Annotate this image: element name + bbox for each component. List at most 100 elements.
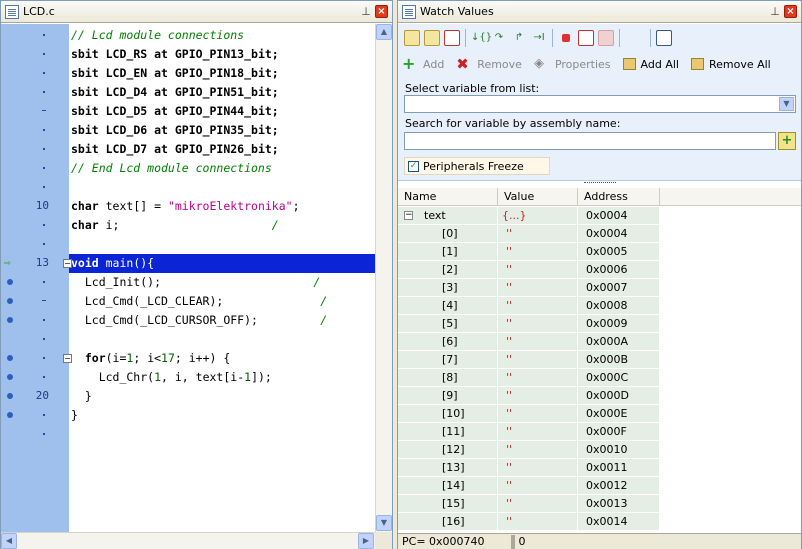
gutter-line[interactable]	[1, 140, 69, 159]
splitter-grip[interactable]	[584, 182, 616, 185]
breakpoint-icon[interactable]	[7, 298, 13, 304]
gutter-line[interactable]	[1, 83, 69, 102]
gutter-line[interactable]	[1, 235, 69, 254]
column-address-header[interactable]: Address	[578, 188, 660, 206]
row-value[interactable]: ''	[498, 315, 578, 333]
gutter-line[interactable]	[1, 330, 69, 349]
horizontal-scrollbar[interactable]: ◀ ▶	[1, 532, 375, 549]
remove-all-button[interactable]: Remove All	[690, 58, 771, 71]
breakpoint-icon[interactable]	[7, 412, 13, 418]
gutter-line[interactable]	[1, 292, 69, 311]
breakpoint-icon[interactable]	[7, 355, 13, 361]
table-row[interactable]: [5] '' 0x0009	[398, 315, 660, 333]
row-value[interactable]: ''	[498, 333, 578, 351]
watch-edit-icon[interactable]	[424, 30, 440, 46]
row-value[interactable]: ''	[498, 459, 578, 477]
watch-delete-icon[interactable]	[444, 30, 460, 46]
table-row[interactable]: [13] '' 0x0011	[398, 459, 660, 477]
scroll-left-button[interactable]: ◀	[1, 533, 17, 549]
close-icon[interactable]: ×	[375, 5, 388, 18]
gutter-line[interactable]: 20	[1, 387, 69, 406]
gutter-line[interactable]: 13 ⇨	[1, 254, 69, 273]
watch-add-icon[interactable]	[404, 30, 420, 46]
scroll-up-button[interactable]: ▲	[376, 24, 392, 40]
breakpoint-icon[interactable]	[7, 393, 13, 399]
gutter-line[interactable]	[1, 121, 69, 140]
row-value[interactable]: ''	[498, 225, 578, 243]
table-row[interactable]: [3] '' 0x0007	[398, 279, 660, 297]
fold-toggle-icon[interactable]: −	[63, 259, 72, 268]
line-gutter[interactable]: 10 13 ⇨ 20	[1, 24, 69, 532]
gutter-line[interactable]: 10	[1, 197, 69, 216]
code-line[interactable]	[69, 235, 375, 254]
table-row[interactable]: [7] '' 0x000B	[398, 351, 660, 369]
gutter-line[interactable]	[1, 26, 69, 45]
code-line[interactable]: // Lcd module connections	[69, 26, 375, 45]
code-line[interactable]: sbit LCD_D4 at GPIO_PIN51_bit;	[69, 83, 375, 102]
scroll-down-button[interactable]: ▼	[376, 515, 392, 531]
clear-breakpoints-icon[interactable]	[598, 30, 614, 46]
close-icon[interactable]: ×	[784, 5, 797, 18]
code-area[interactable]: // Lcd module connections sbit LCD_RS at …	[69, 24, 375, 532]
vertical-scrollbar[interactable]: ▲ ▼	[375, 24, 392, 532]
add-search-result-button[interactable]: +	[778, 132, 796, 150]
peripherals-freeze-checkbox[interactable]: ✓ Peripherals Freeze	[404, 157, 550, 175]
current-line[interactable]: void main(){	[69, 254, 375, 273]
row-value[interactable]: {...}	[498, 207, 578, 225]
code-line[interactable]: Lcd_Init(); /	[69, 273, 375, 292]
gutter-line[interactable]	[1, 178, 69, 197]
pin-icon[interactable]: ⊥	[769, 5, 781, 18]
table-row[interactable]: [2] '' 0x0006	[398, 261, 660, 279]
row-value[interactable]: ''	[498, 279, 578, 297]
row-value[interactable]: ''	[498, 423, 578, 441]
table-row[interactable]: [0] '' 0x0004	[398, 225, 660, 243]
code-line[interactable]: sbit LCD_D5 at GPIO_PIN44_bit;	[69, 102, 375, 121]
code-line[interactable]: sbit LCD_D6 at GPIO_PIN35_bit;	[69, 121, 375, 140]
watch-window-icon[interactable]	[656, 30, 672, 46]
stop-icon[interactable]	[562, 34, 570, 42]
table-row[interactable]: [15] '' 0x0013	[398, 495, 660, 513]
code-line[interactable]: sbit LCD_D7 at GPIO_PIN26_bit;	[69, 140, 375, 159]
breakpoint-icon[interactable]	[7, 279, 13, 285]
gutter-line[interactable]	[1, 64, 69, 83]
breakpoint-icon[interactable]	[7, 374, 13, 380]
gutter-line[interactable]	[1, 368, 69, 387]
properties-button[interactable]: ◈ Properties	[534, 56, 611, 72]
row-value[interactable]: ''	[498, 297, 578, 315]
gutter-line[interactable]	[1, 159, 69, 178]
search-variable-input[interactable]	[404, 132, 776, 150]
code-line[interactable]: for(i=1; i<17; i++) {	[69, 349, 375, 368]
table-row[interactable]: text − {...} 0x0004	[398, 207, 660, 225]
code-line[interactable]: // End Lcd module connections	[69, 159, 375, 178]
breakpoint-icon[interactable]	[7, 317, 13, 323]
editor-area[interactable]: 10 13 ⇨ 20 // Lcd module connections sbit LC…	[1, 24, 375, 532]
code-line[interactable]: sbit LCD_RS at GPIO_PIN13_bit;	[69, 45, 375, 64]
table-row[interactable]: [8] '' 0x000C	[398, 369, 660, 387]
add-button[interactable]: + Add	[402, 56, 444, 72]
gutter-line[interactable]	[1, 102, 69, 121]
run-to-cursor-icon[interactable]: →I	[531, 30, 547, 46]
gutter-line[interactable]	[1, 273, 69, 292]
row-value[interactable]: ''	[498, 351, 578, 369]
row-value[interactable]: ''	[498, 513, 578, 531]
gutter-line[interactable]	[1, 425, 69, 444]
code-line[interactable]	[69, 425, 375, 444]
row-value[interactable]: ''	[498, 477, 578, 495]
code-line[interactable]: }	[69, 387, 375, 406]
code-line[interactable]: char text[] = "mikroElektronika";	[69, 197, 375, 216]
code-line[interactable]	[69, 330, 375, 349]
checkbox-icon[interactable]: ✓	[408, 160, 419, 172]
table-row[interactable]: [11] '' 0x000F	[398, 423, 660, 441]
row-value[interactable]: ''	[498, 369, 578, 387]
code-line[interactable]: Lcd_Cmd(_LCD_CURSOR_OFF); /	[69, 311, 375, 330]
table-row[interactable]: [12] '' 0x0010	[398, 441, 660, 459]
row-value[interactable]: ''	[498, 387, 578, 405]
table-row[interactable]: [4] '' 0x0008	[398, 297, 660, 315]
code-line[interactable]	[69, 178, 375, 197]
code-line[interactable]: char i; /	[69, 216, 375, 235]
row-value[interactable]: ''	[498, 243, 578, 261]
chevron-down-icon[interactable]: ▼	[779, 97, 794, 111]
pin-icon[interactable]: ⊥	[360, 5, 372, 18]
gutter-line[interactable]	[1, 216, 69, 235]
table-row[interactable]: [16] '' 0x0014	[398, 513, 660, 531]
